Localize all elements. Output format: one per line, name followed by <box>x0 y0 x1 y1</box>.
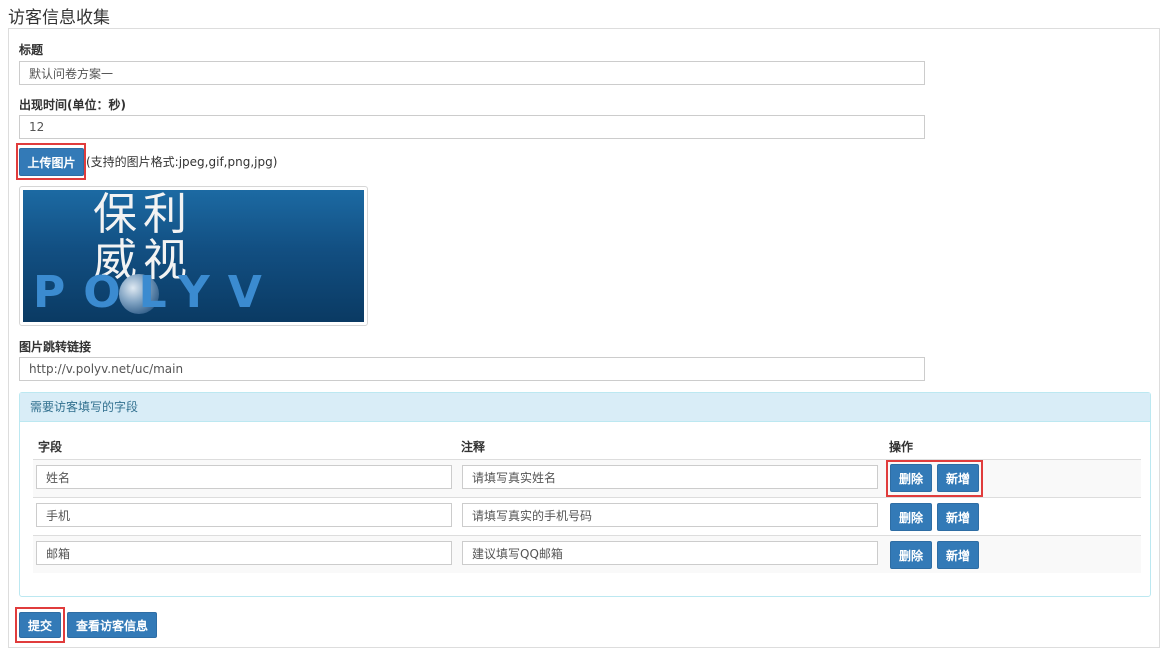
delete-button[interactable]: 删除 <box>890 464 932 492</box>
polyv-logo-image: 保利 威视 POLYV <box>23 190 364 322</box>
link-label: 图片跳转链接 <box>19 340 92 354</box>
field-note-input[interactable] <box>462 503 878 527</box>
title-label: 标题 <box>19 43 44 57</box>
field-name-input[interactable] <box>36 465 452 489</box>
uploaded-image-preview: 保利 威视 POLYV <box>19 186 368 326</box>
table-row: 删除 新增 <box>33 497 1141 535</box>
column-header-field: 字段 <box>38 440 63 454</box>
add-button[interactable]: 新增 <box>937 541 979 569</box>
fields-panel-title: 需要访客填写的字段 <box>20 393 1150 422</box>
view-visitors-button[interactable]: 查看访客信息 <box>67 612 157 638</box>
upload-hint: (支持的图片格式:jpeg,gif,png,jpg) <box>86 155 278 169</box>
field-name-input[interactable] <box>36 503 452 527</box>
link-input[interactable] <box>19 357 925 381</box>
table-row: 删除 新增 <box>33 535 1141 573</box>
field-note-input[interactable] <box>462 541 878 565</box>
column-header-note: 注释 <box>461 440 486 454</box>
time-input[interactable] <box>19 115 925 139</box>
page-title: 访客信息收集 <box>8 8 110 28</box>
table-row: 删除 新增 <box>33 459 1141 497</box>
time-label: 出现时间(单位：秒) <box>19 98 126 112</box>
add-button[interactable]: 新增 <box>937 464 979 492</box>
title-input[interactable] <box>19 61 925 85</box>
field-note-input[interactable] <box>462 465 878 489</box>
delete-button[interactable]: 删除 <box>890 541 932 569</box>
logo-text-en: POLYV <box>33 267 280 318</box>
add-button[interactable]: 新增 <box>937 503 979 531</box>
field-name-input[interactable] <box>36 541 452 565</box>
form-panel: 标题 出现时间(单位：秒) 上传图片 (支持的图片格式:jpeg,gif,png… <box>8 28 1160 648</box>
logo-text-line1: 保利 <box>93 190 193 240</box>
submit-button[interactable]: 提交 <box>19 612 61 638</box>
delete-button[interactable]: 删除 <box>890 503 932 531</box>
upload-image-button[interactable]: 上传图片 <box>19 148 84 176</box>
column-header-action: 操作 <box>889 440 914 454</box>
fields-panel: 需要访客填写的字段 字段 注释 操作 删除 新增 删除 新增 删除 新增 <box>19 392 1151 597</box>
